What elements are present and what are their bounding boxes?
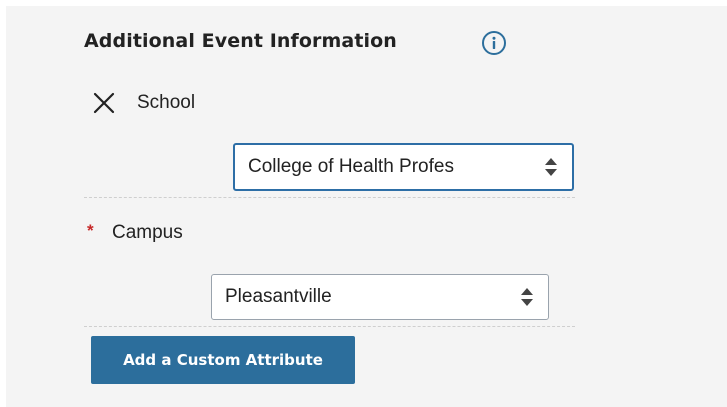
campus-select[interactable]: Pleasantville	[211, 274, 549, 320]
school-selected-value: College of Health Profes	[248, 156, 454, 177]
required-indicator: *	[87, 221, 94, 240]
section-title: Additional Event Information	[84, 30, 397, 52]
school-select[interactable]: College of Health Profes	[233, 143, 574, 191]
school-label: School	[137, 92, 196, 113]
add-custom-attribute-button[interactable]: Add a Custom Attribute	[91, 336, 355, 384]
field-divider	[84, 326, 575, 327]
campus-selected-value: Pleasantville	[225, 286, 332, 307]
sort-arrows-icon	[521, 288, 533, 306]
info-circle-icon[interactable]	[481, 30, 507, 56]
sort-arrows-icon	[545, 158, 557, 176]
field-divider	[84, 197, 575, 198]
campus-label: Campus	[112, 222, 183, 243]
close-icon[interactable]	[91, 90, 117, 116]
